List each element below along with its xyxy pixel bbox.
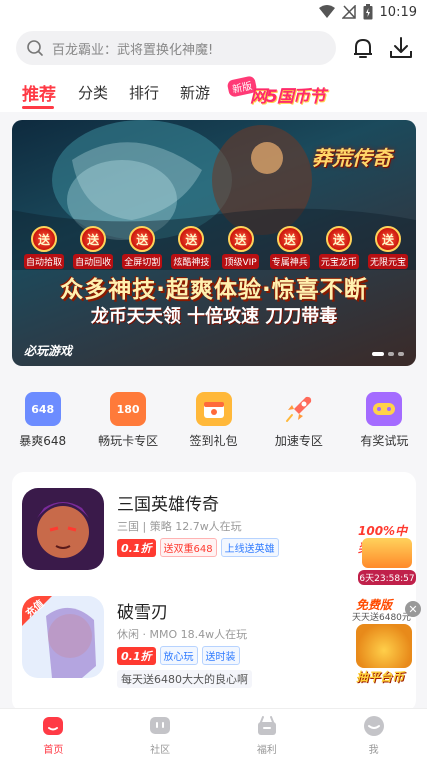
gift-seal-icon: 送 [178, 226, 205, 252]
active-tab-indicator [22, 106, 54, 109]
no-signal-icon [341, 5, 356, 19]
countdown-timer: 6天23:58:57 [358, 570, 416, 585]
draw-coins-cta: 抽平台币 [356, 670, 405, 684]
nav-community[interactable]: 社区 [107, 709, 214, 760]
banner-feature: 送无限元宝 [364, 226, 412, 269]
gift-seal-icon: 送 [374, 226, 401, 252]
rocket-icon [281, 392, 317, 426]
game-tags: 0.1折 送双重648 上线送英雄 [117, 538, 279, 557]
nav-welfare[interactable]: 福利 [214, 709, 321, 760]
community-icon [150, 717, 171, 734]
status-bar: 10:19 [0, 0, 427, 26]
carousel-dots [372, 352, 404, 356]
clock: 10:19 [379, 4, 417, 20]
search-placeholder: 百龙霸业：武将置换化神魔! [52, 42, 214, 58]
banner-feature: 送炫酷神技 [167, 226, 215, 269]
carousel-dot [388, 352, 394, 356]
battery-icon [363, 4, 373, 20]
free-version-subtitle: 天天送6480元 [352, 613, 411, 623]
game-comment: 每天送6480大大的良心啊 [117, 670, 252, 688]
banner-brand: 必玩游戏 [24, 344, 73, 358]
gift-seal-icon: 送 [80, 226, 107, 252]
hero-banner[interactable]: 莽荒传奇 送自动拾取 送自动回收 送全屏切割 送炫酷神技 送顶级VIP 送专属神… [12, 120, 416, 366]
quick-entry-trial-rewards[interactable]: 有奖试玩 [342, 392, 427, 458]
banner-feature: 送专属神兵 [266, 226, 314, 269]
game-tags: 0.1折 放心玩 送时装 [117, 646, 240, 665]
carousel-dot [372, 352, 384, 356]
banner-feature-list: 送自动拾取 送自动回收 送全屏切割 送炫酷神技 送顶级VIP 送专属神兵 送元宝… [20, 226, 412, 269]
tab-recommend[interactable]: 推荐 [22, 80, 56, 105]
gift-seal-icon: 送 [227, 226, 254, 252]
gamepad-icon [366, 392, 403, 426]
gift-seal-icon: 送 [31, 226, 57, 252]
search-input[interactable]: 百龙霸业：武将置换化神魔! [16, 31, 336, 65]
banner-subslogan: 龙币天天领 十倍攻速 刀刀带毒 [90, 306, 338, 327]
wifi-icon [318, 5, 335, 18]
quick-entry-play-card[interactable]: 180 畅玩卡专区 [85, 392, 170, 458]
safe-play-tag: 放心玩 [159, 646, 198, 665]
red-packet-icon [362, 538, 412, 568]
benefit-tag: 上线送英雄 [220, 538, 279, 557]
gift-seal-icon: 送 [325, 226, 352, 252]
game-title: 三国英雄传奇 [117, 495, 219, 515]
download-icon[interactable] [388, 35, 414, 61]
promo-festival-banner[interactable]: 新版 网5国币节 [226, 75, 356, 110]
quick-entry-checkin-gift[interactable]: 签到礼包 [171, 392, 256, 458]
quick-entries: 648 暴爽648 180 畅玩卡专区 签到礼包 加速专区 有奖试玩 [0, 392, 427, 458]
calendar-gift-icon [195, 392, 232, 426]
tab-ranking[interactable]: 排行 [129, 82, 159, 103]
tab-new-games[interactable]: 新游 [180, 82, 210, 103]
discount-badge: 0.1折 [117, 538, 156, 557]
benefit-tag: 送时装 [201, 646, 240, 665]
category-tabs: 推荐 分类 排行 新游 新版 网5国币节 [0, 75, 427, 112]
banner-feature: 送全屏切割 [118, 226, 166, 269]
bottom-nav: 首页 社区 福利 我 [0, 708, 427, 760]
profile-icon [363, 716, 384, 736]
close-ad-icon[interactable]: ✕ [405, 601, 421, 617]
promo-text: 网5国币节 [250, 87, 326, 107]
quick-entry-648[interactable]: 648 暴爽648 [0, 392, 85, 458]
bell-icon[interactable] [350, 35, 376, 61]
banner-feature: 送元宝龙币 [315, 226, 363, 269]
game-icon: 充值 [22, 596, 104, 678]
status-icons: 10:19 [318, 4, 417, 20]
tab-category[interactable]: 分类 [78, 82, 108, 103]
gift-seal-icon: 送 [276, 226, 303, 252]
lottery-float-ad[interactable]: 100%中奖 6天23:58:57 [356, 518, 418, 585]
home-icon [43, 717, 64, 735]
mascot-icon [356, 624, 412, 668]
game-meta: 休闲 · MMO 18.4w人在玩 [117, 628, 248, 641]
game-meta: 三国 | 策略 12.7w人在玩 [117, 520, 242, 533]
top-header: 百龙霸业：武将置换化神魔! 推荐 分类 排行 新游 新版 网5国币节 [0, 26, 427, 112]
nav-home[interactable]: 首页 [0, 709, 107, 760]
banner-feature: 送顶级VIP [217, 226, 265, 269]
game-title: 破雪刃 [117, 603, 168, 623]
search-icon [27, 40, 43, 56]
gift-tag: 送双重648 [159, 538, 217, 557]
banner-game-logo: 莽荒传奇 [312, 146, 392, 170]
quick-entry-speedup[interactable]: 加速专区 [256, 392, 341, 458]
gift-icon [257, 716, 276, 735]
coin-648-icon: 648 [24, 392, 61, 426]
gift-seal-icon: 送 [129, 226, 156, 252]
banner-feature: 送自动回收 [69, 226, 117, 269]
discount-badge: 0.1折 [117, 646, 156, 665]
game-icon [22, 488, 104, 570]
nav-me[interactable]: 我 [320, 709, 427, 760]
carousel-dot [398, 352, 404, 356]
banner-slogan: 众多神技·超爽体验·惊喜不断 [60, 277, 368, 303]
play-card-icon: 180 [110, 392, 147, 426]
banner-feature: 送自动拾取 [20, 226, 68, 269]
